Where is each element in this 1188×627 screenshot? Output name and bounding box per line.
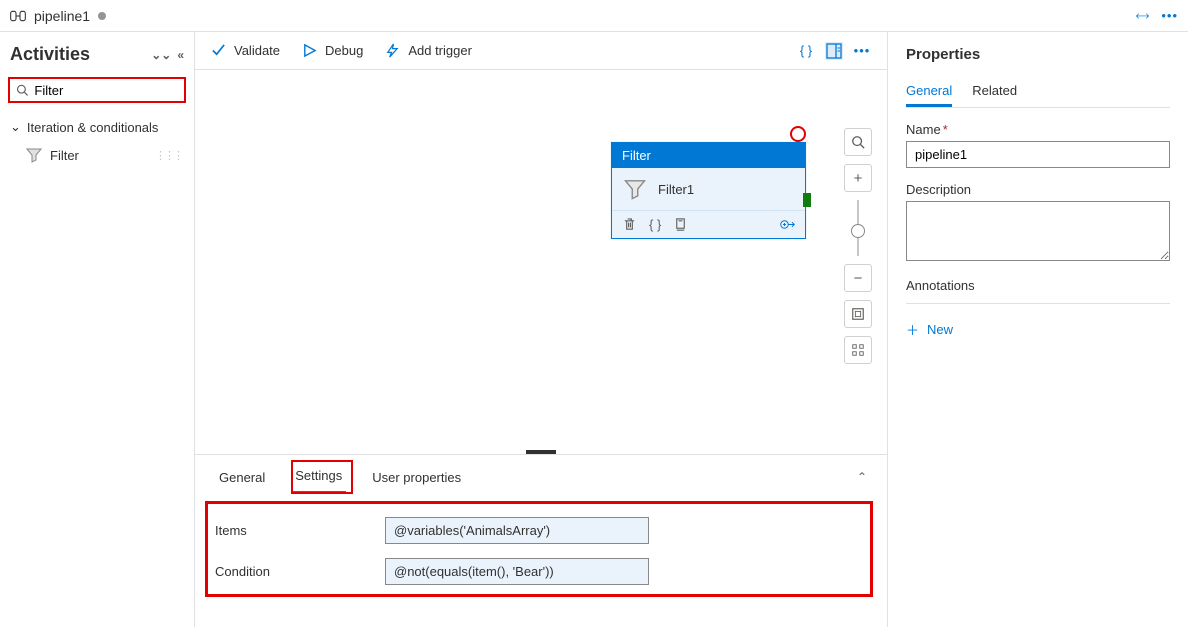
- pipeline-tab[interactable]: pipeline1: [10, 8, 106, 24]
- check-icon: [211, 43, 226, 58]
- condition-label: Condition: [215, 564, 365, 579]
- pipeline-icon: [10, 9, 26, 23]
- fit-icon: [851, 307, 865, 321]
- code-view-button[interactable]: { }: [797, 42, 815, 60]
- items-input[interactable]: [385, 517, 649, 544]
- pipeline-description-input[interactable]: [906, 201, 1170, 261]
- tab-settings[interactable]: Settings: [291, 460, 346, 494]
- add-output-icon[interactable]: [780, 217, 795, 232]
- fit-screen-button[interactable]: [844, 300, 872, 328]
- tab-bar: pipeline1 ⤢ •••: [0, 0, 1188, 32]
- properties-tab-related[interactable]: Related: [972, 77, 1017, 107]
- collapse-panel-icon[interactable]: «: [177, 48, 184, 62]
- activity-item-filter[interactable]: Filter ⋮⋮⋮: [8, 141, 186, 169]
- more-icon[interactable]: •••: [1161, 8, 1178, 24]
- plus-icon: ＋: [906, 320, 919, 339]
- code-icon[interactable]: { }: [649, 217, 661, 232]
- pipeline-canvas[interactable]: Filter Filter1 { }: [195, 70, 887, 454]
- funnel-icon: [624, 178, 646, 200]
- editor-area: Validate Debug Add trigger { } •••: [195, 32, 888, 627]
- unsaved-indicator-icon: [98, 12, 106, 20]
- auto-layout-button[interactable]: [844, 336, 872, 364]
- toolbar-more-icon[interactable]: •••: [853, 42, 871, 60]
- status-indicator-icon: [790, 126, 806, 142]
- properties-toggle-button[interactable]: [825, 42, 843, 60]
- activities-title: Activities: [10, 44, 90, 65]
- activities-sidebar: Activities ⌄⌄ « ⌄ Iteration & conditiona…: [0, 32, 195, 627]
- properties-panel: Properties General Related Name* Descrip…: [888, 32, 1188, 627]
- panel-resize-handle[interactable]: [526, 450, 556, 454]
- drag-handle-icon[interactable]: ⋮⋮⋮: [155, 149, 182, 162]
- properties-title: Properties: [906, 46, 1170, 63]
- funnel-icon: [26, 147, 42, 163]
- filter-activity-node[interactable]: Filter Filter1 { }: [611, 142, 806, 239]
- canvas-search-button[interactable]: [844, 128, 872, 156]
- activity-group-iteration[interactable]: ⌄ Iteration & conditionals: [8, 113, 186, 141]
- items-label: Items: [215, 523, 365, 538]
- node-name-label: Filter1: [658, 182, 694, 197]
- expand-icon[interactable]: ⤢: [1133, 6, 1152, 25]
- search-icon: [16, 83, 28, 97]
- tab-general[interactable]: General: [215, 462, 269, 493]
- trigger-icon: [385, 43, 400, 58]
- zoom-out-button[interactable]: −: [844, 264, 872, 292]
- collapse-panel-icon[interactable]: ⌃: [857, 470, 867, 484]
- collapse-all-icon[interactable]: ⌄⌄: [151, 48, 171, 62]
- activity-settings-panel: General Settings User properties ⌃ Items…: [195, 454, 887, 627]
- play-icon: [302, 43, 317, 58]
- validate-button[interactable]: Validate: [211, 43, 280, 58]
- add-trigger-button[interactable]: Add trigger: [385, 43, 472, 58]
- properties-tab-general[interactable]: General: [906, 77, 952, 107]
- chevron-down-icon: ⌄: [10, 119, 21, 135]
- canvas-tools: + −: [843, 128, 873, 364]
- output-port[interactable]: [803, 193, 811, 207]
- annotations-label: Annotations: [906, 278, 975, 293]
- pipeline-name-input[interactable]: [906, 141, 1170, 168]
- required-indicator: *: [943, 122, 948, 137]
- debug-button[interactable]: Debug: [302, 43, 363, 58]
- add-annotation-button[interactable]: ＋ New: [906, 314, 1170, 345]
- delete-icon[interactable]: [622, 217, 637, 232]
- condition-input[interactable]: [385, 558, 649, 585]
- activities-search[interactable]: [8, 77, 186, 103]
- search-icon: [851, 135, 865, 149]
- tab-user-properties[interactable]: User properties: [368, 462, 465, 493]
- activities-search-input[interactable]: [34, 83, 178, 98]
- copy-icon[interactable]: [673, 217, 688, 232]
- node-type-label: Filter: [612, 143, 805, 168]
- editor-toolbar: Validate Debug Add trigger { } •••: [195, 32, 887, 70]
- description-label: Description: [906, 182, 971, 197]
- properties-icon: [826, 43, 842, 59]
- zoom-slider[interactable]: [857, 200, 859, 256]
- pipeline-tab-label: pipeline1: [34, 8, 90, 24]
- name-label: Name: [906, 122, 941, 137]
- layout-icon: [851, 343, 865, 357]
- zoom-in-button[interactable]: +: [844, 164, 872, 192]
